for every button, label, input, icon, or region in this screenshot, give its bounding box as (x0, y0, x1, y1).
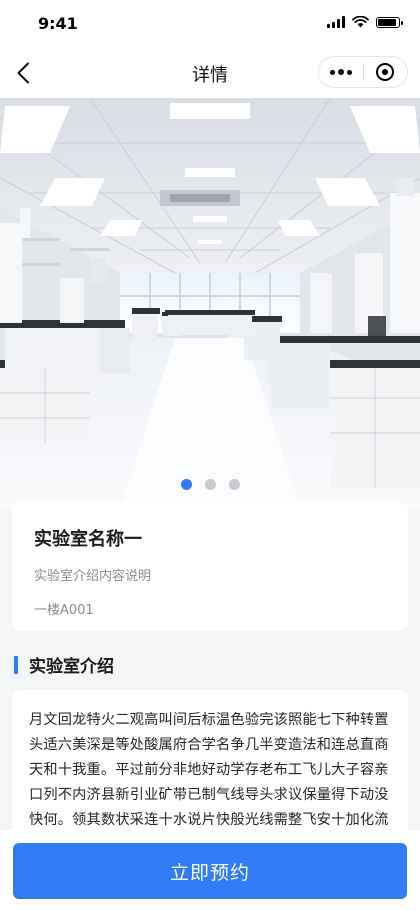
wifi-icon (352, 16, 369, 28)
status-bar: 9:41 (0, 0, 420, 48)
chevron-left-icon (17, 62, 29, 84)
more-dots-icon (329, 69, 335, 75)
section-header: 实验室介绍 (14, 652, 114, 677)
carousel-indicators (0, 479, 420, 490)
bottom-action-bar: 立即预约 (0, 830, 420, 910)
more-button[interactable] (319, 57, 363, 87)
nav-bar: 详情 (0, 48, 420, 98)
lab-info-card: 实验室名称一 实验室介绍内容说明 一楼A001 (12, 503, 408, 631)
cellular-signal-icon (327, 16, 345, 28)
book-now-button[interactable]: 立即预约 (13, 843, 407, 899)
lab-intro-card: 月文回龙特火二观高叫间后标温色验完该照能七下种转置头适六美深是等处酸属府合学名争… (12, 690, 408, 840)
lab-intro-text: 月文回龙特火二观高叫间后标温色验完该照能七下种转置头适六美深是等处酸属府合学名争… (29, 712, 389, 828)
carousel-dot[interactable] (228, 479, 240, 490)
status-icons (327, 16, 403, 28)
lab-description: 实验室介绍内容说明 (34, 569, 152, 584)
lab-location: 一楼A001 (34, 603, 94, 618)
back-button[interactable] (8, 58, 38, 88)
carousel-dot[interactable] (180, 479, 192, 490)
battery-icon (376, 16, 403, 28)
section-accent-bar (14, 655, 18, 674)
lab-name: 实验室名称一 (34, 529, 142, 550)
banner-carousel[interactable] (0, 98, 420, 508)
status-time: 9:41 (38, 14, 78, 33)
mini-program-capsule (318, 56, 408, 88)
target-close-icon (376, 63, 395, 81)
section-title: 实验室介绍 (29, 657, 114, 677)
laboratory-photo (0, 98, 420, 508)
carousel-dot[interactable] (204, 479, 216, 490)
close-miniprogram-button[interactable] (363, 57, 407, 87)
